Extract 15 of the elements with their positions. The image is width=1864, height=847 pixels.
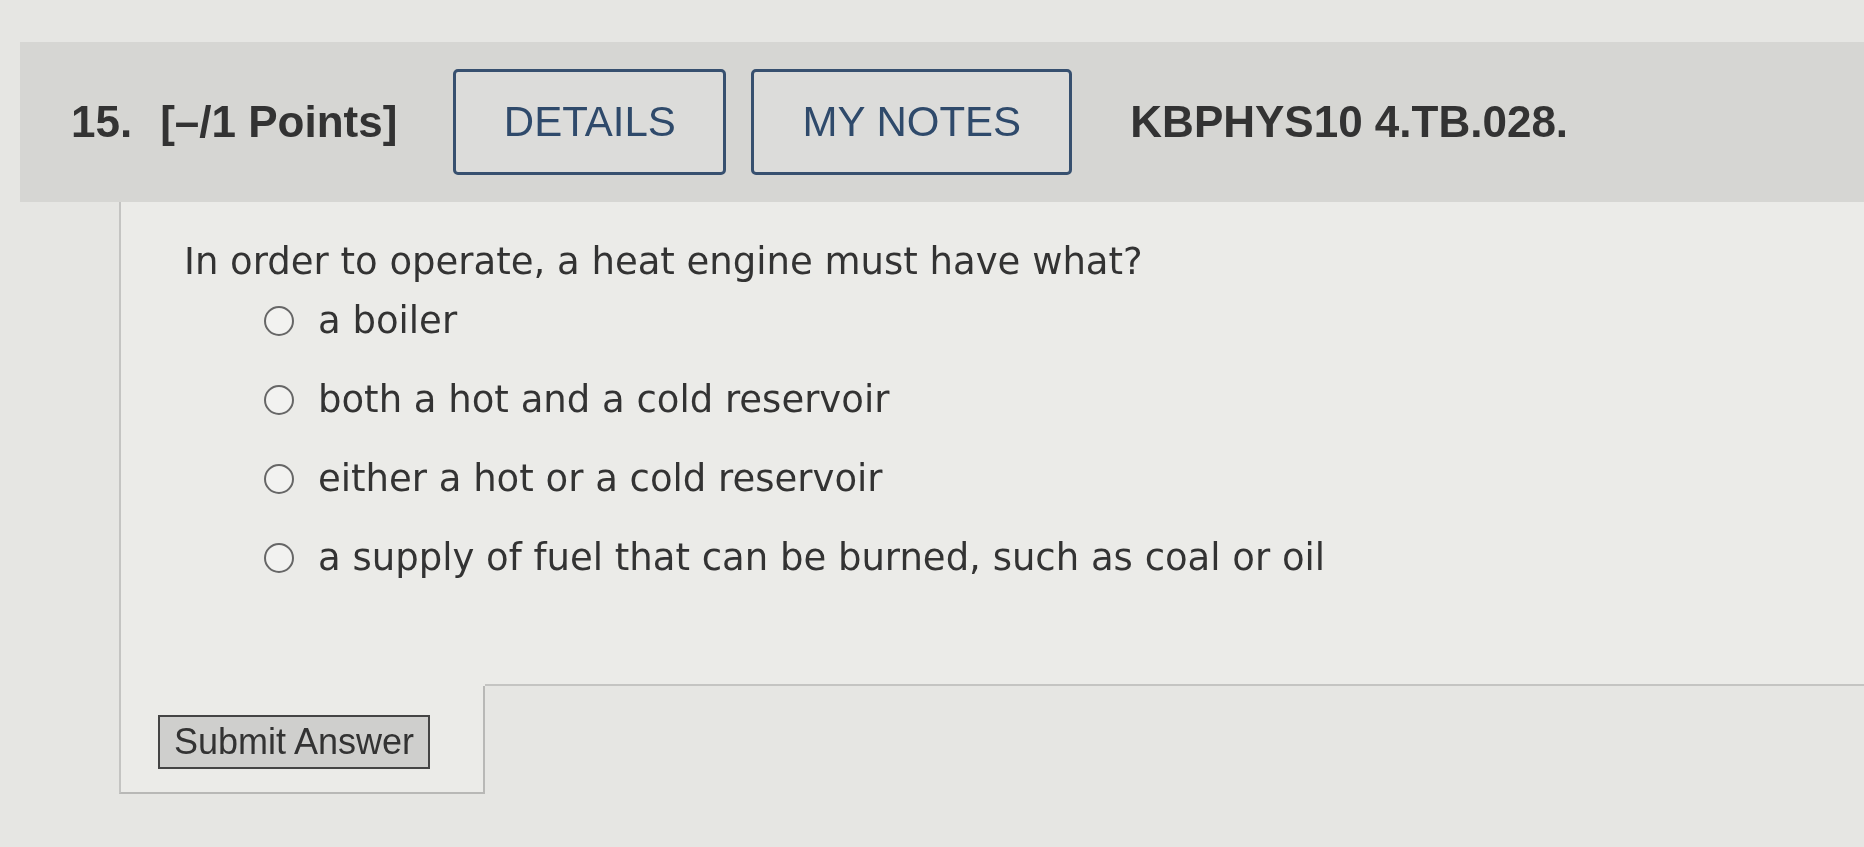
problem-code: KBPHYS10 4.TB.028. xyxy=(1130,97,1569,147)
radio-button[interactable] xyxy=(264,542,294,573)
option-label[interactable]: either a hot or a cold reservoir xyxy=(318,457,883,500)
radio-button[interactable] xyxy=(264,305,294,336)
radio-button[interactable] xyxy=(264,463,294,494)
notes-button[interactable]: MY NOTES xyxy=(751,69,1073,175)
option-label[interactable]: a supply of fuel that can be burned, such as coal or oil xyxy=(318,536,1326,579)
option-label[interactable]: both a hot and a cold reservoir xyxy=(318,378,890,421)
option-label[interactable]: a boiler xyxy=(318,299,458,342)
details-button[interactable]: DETAILS xyxy=(453,69,727,175)
question-number: 15. xyxy=(71,97,133,147)
submit-answer-button[interactable]: Submit Answer xyxy=(158,715,431,769)
question-text: In order to operate, a heat engine must have what? xyxy=(184,240,1144,283)
radio-button[interactable] xyxy=(264,384,294,415)
points-label: [–/1 Points] xyxy=(160,97,398,147)
